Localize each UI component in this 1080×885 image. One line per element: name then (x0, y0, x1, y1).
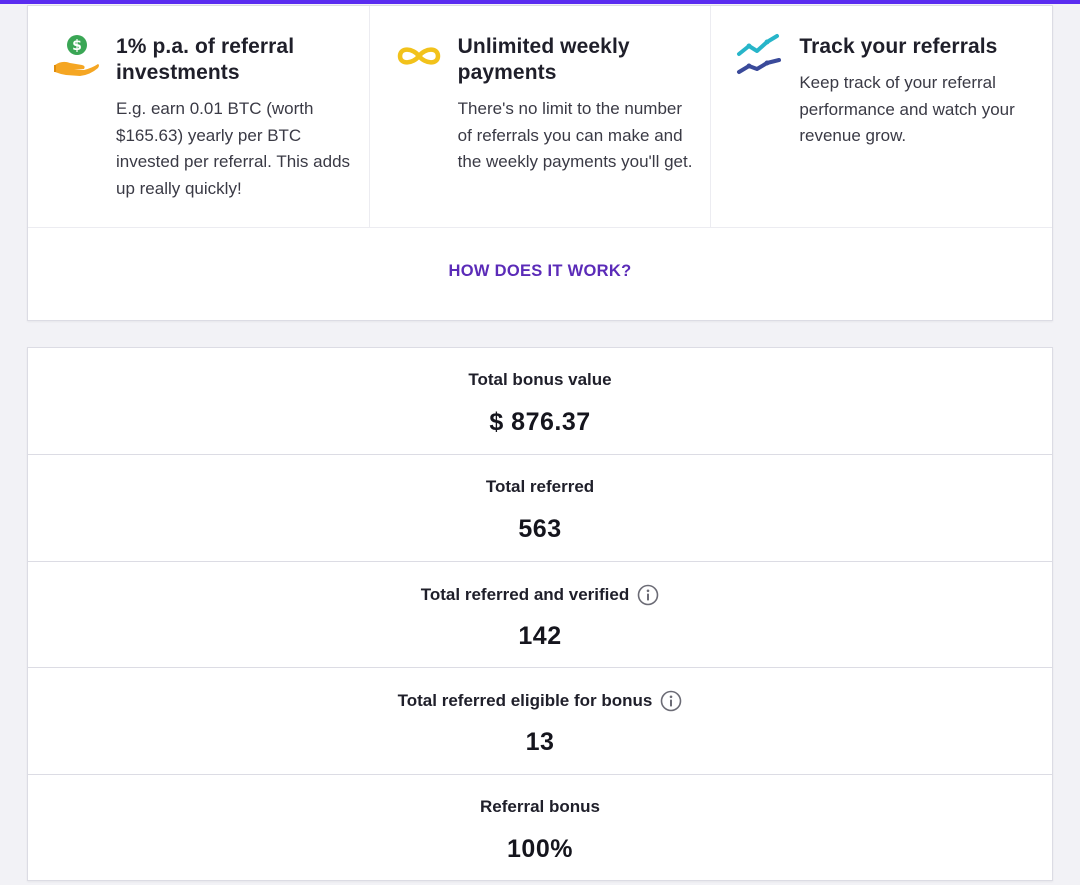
features-row: $ 1% p.a. of referral investments E.g. e… (28, 6, 1052, 228)
feature-track-referrals: Track your referrals Keep track of your … (711, 6, 1052, 227)
feature-text: 1% p.a. of referral investments E.g. ear… (116, 34, 357, 202)
stat-value: 100% (507, 835, 573, 864)
stat-label-text: Total bonus value (468, 370, 612, 389)
feature-title: Track your referrals (799, 35, 998, 58)
stat-value: 13 (525, 728, 555, 757)
features-card: $ 1% p.a. of referral investments E.g. e… (27, 5, 1053, 321)
stat-value: $ 876.37 (489, 408, 591, 436)
stat-label: Referral bonus (28, 797, 1052, 817)
stat-label: Total referred eligible for bonus (28, 690, 1052, 712)
stat-label-text: Total referred (485, 476, 595, 496)
infinity-icon (397, 47, 440, 65)
feature-title: 1% p.a. of referral investments (116, 35, 295, 84)
feature-text: Track your referrals Keep track of your … (799, 34, 1040, 150)
feature-text: Unlimited weekly payments There's no lim… (458, 34, 699, 176)
top-accent-bar (0, 0, 1080, 4)
feature-unlimited-payments: Unlimited weekly payments There's no lim… (370, 6, 712, 227)
svg-text:$: $ (72, 38, 82, 54)
stat-total-referred-verified: Total referred and verified 142 (28, 562, 1052, 669)
stat-total-referred: Total referred 563 (28, 455, 1052, 562)
stat-total-bonus-value: Total bonus value $ 876.37 (28, 348, 1052, 455)
feature-referral-investments: $ 1% p.a. of referral investments E.g. e… (28, 6, 370, 227)
stat-value: 142 (518, 621, 562, 650)
stat-label-text: Total referred eligible for bonus (397, 691, 653, 711)
feature-description: Keep track of your referral performance … (799, 73, 1015, 145)
stat-referral-bonus: Referral bonus 100% (28, 775, 1052, 882)
stat-value: 563 (518, 514, 562, 543)
feature-description: E.g. earn 0.01 BTC (worth $165.63) yearl… (116, 99, 351, 198)
stat-label: Total referred (28, 477, 1052, 497)
info-icon[interactable] (660, 690, 682, 712)
stat-label: Total referred and verified (28, 584, 1052, 606)
stat-label: Total bonus value (28, 370, 1052, 390)
stat-total-referred-eligible: Total referred eligible for bonus 13 (28, 668, 1052, 776)
info-icon[interactable] (637, 584, 659, 606)
stat-label-text: Total referred and verified (420, 584, 630, 604)
feature-description: There's no limit to the number of referr… (457, 99, 693, 171)
stat-label-text: Referral bonus (480, 797, 600, 817)
feature-title: Unlimited weekly payments (457, 35, 630, 84)
money-hand-icon: $ (54, 35, 99, 76)
trend-chart-icon (737, 34, 782, 74)
how-does-it-work-link[interactable]: HOW DOES IT WORK? (28, 262, 1052, 281)
stats-card: Total bonus value $ 876.37 Total referre… (27, 347, 1053, 881)
